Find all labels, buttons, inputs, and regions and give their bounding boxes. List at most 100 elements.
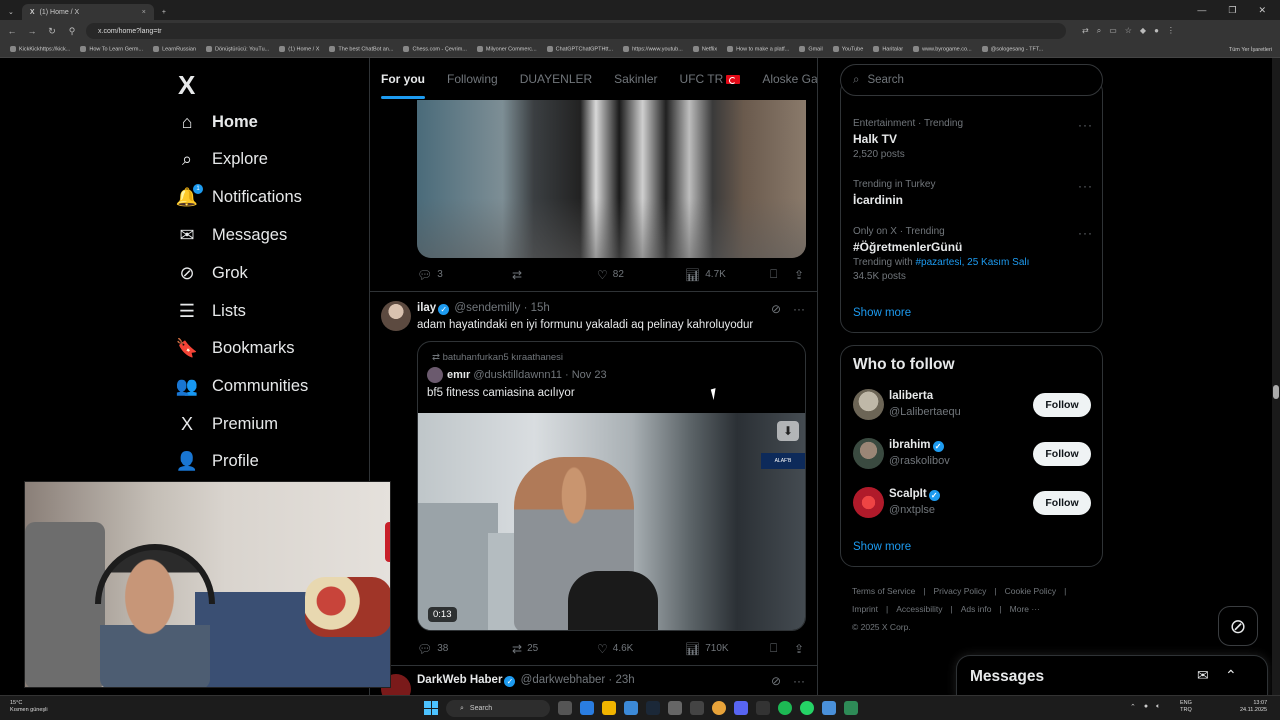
more-icon[interactable]: ··· [1078,226,1093,240]
grok-icon[interactable]: ⊘ [771,302,781,316]
like-button[interactable]: ♡ 82 [597,268,685,282]
footer-link[interactable]: Terms of Service [852,586,915,596]
bookmark-item[interactable]: KickKickhttps://kick... [10,46,70,53]
repost-button[interactable]: ⇄ 25 [512,642,597,656]
like-button[interactable]: ♡ 4.6K [597,642,685,656]
messages-drawer[interactable]: Messages ✉ ⌃ [956,655,1268,695]
bookmark-item[interactable]: (1) Home / X [279,46,319,53]
author-name[interactable]: ilay [417,302,436,314]
trend-item[interactable]: Only on X · Trending #ÖğretmenlerGünü Tr… [853,226,1093,282]
scrollbar[interactable] [1272,58,1280,695]
taskbar-search[interactable]: ⌕ Search [446,700,550,717]
timeline-tab[interactable]: Following [447,72,498,86]
more-icon[interactable]: ··· [793,674,805,688]
extension-icon[interactable]: ◆ [1140,26,1146,36]
reply-button[interactable]: 💬︎ 38 [417,642,512,656]
bookmark-item[interactable]: Gmail [799,46,823,53]
bookmark-item[interactable]: Haritalar [873,46,903,53]
avatar[interactable] [853,487,884,518]
more-icon[interactable]: ··· [793,302,805,316]
spotify-icon[interactable] [778,701,792,715]
timeline-tab[interactable]: UFC TR [680,72,741,86]
all-bookmarks-link[interactable]: Tüm Yer İşaretleri [1229,47,1280,53]
bookmark-item[interactable]: Dönüştürücü: YouTu... [206,46,269,53]
app-icon[interactable] [844,701,858,715]
x-logo-icon[interactable]: X [178,70,195,101]
footer-link[interactable]: Ads info [961,604,992,614]
maximize-icon[interactable]: ❐ [1228,5,1236,16]
footer-link[interactable]: Privacy Policy [934,586,987,596]
views-button[interactable]: 📊︎ 4.7K [685,268,770,282]
footer-link[interactable]: Cookie Policy [1005,586,1057,596]
search-input[interactable]: ⌕ Search [840,64,1103,96]
back-icon[interactable]: ← [6,26,18,36]
forward-icon[interactable]: → [26,26,38,36]
timeline-tab[interactable]: For you [381,72,425,99]
zoom-icon[interactable]: ⌕ [1097,26,1101,36]
views-button[interactable]: 📊︎ 710K [685,642,770,656]
expand-icon[interactable]: ⌃ [1225,667,1237,684]
address-bar[interactable]: x.com/home?lang=tr [86,23,1066,39]
post-time[interactable]: 15h [531,302,550,314]
app-icon[interactable] [822,701,836,715]
nav-communities[interactable]: 👥 Communities [176,375,308,397]
show-more-link[interactable]: Show more [853,307,911,319]
bookmark-button[interactable]: ⎕ [770,267,794,282]
nav-explore[interactable]: ⌕ Explore [176,148,268,170]
browser-tab-home[interactable]: X (1) Home / X × [21,4,154,20]
follow-suggestion[interactable]: ScalpIt ✓ @nxtplse Follow [853,487,1091,521]
star-icon[interactable]: ☆ [1125,26,1132,36]
minimize-icon[interactable]: — [1197,5,1206,16]
start-button-icon[interactable] [424,701,438,715]
app-icon[interactable] [690,701,704,715]
author-handle[interactable]: @darkwebhaber [521,674,606,686]
scrollbar-thumb[interactable] [1273,385,1279,399]
trend-item[interactable]: Entertainment · Trending Halk TV 2,520 p… [853,118,1093,160]
more-icon[interactable]: ··· [1078,118,1093,132]
tab-search-button[interactable]: ⌄ [0,4,22,20]
reload-icon[interactable]: ↻ [46,26,58,37]
tray-app-icon[interactable]: ● [1144,703,1148,711]
nav-messages[interactable]: ✉ Messages [176,224,287,246]
bookmark-item[interactable]: www.byrogame.co... [913,46,972,53]
file-explorer-icon[interactable] [602,701,616,715]
show-more-link[interactable]: Show more [853,541,911,553]
footer-link[interactable]: Imprint [852,604,878,614]
timeline-tab[interactable]: Sakinler [614,72,657,86]
bookmark-item[interactable]: The best ChatBot an... [329,46,393,53]
bookmark-item[interactable]: How to make a platf... [727,46,789,53]
nav-home[interactable]: ⌂ Home [176,111,258,133]
post-media-image[interactable] [417,100,806,258]
nav-premium[interactable]: X Premium [176,413,278,435]
language-indicator[interactable]: ENG TRQ [1180,700,1192,714]
tab-close-icon[interactable]: × [142,9,146,16]
follow-button[interactable]: Follow [1033,393,1091,417]
download-icon[interactable]: ⬇ [777,421,799,441]
translate-icon[interactable]: ⇄ [1082,26,1089,36]
nav-bookmarks[interactable]: 🔖 Bookmarks [176,337,295,359]
grok-icon[interactable]: ⊘ [771,674,781,688]
site-info-icon[interactable]: ⚲ [66,26,78,37]
follow-button[interactable]: Follow [1033,491,1091,515]
nav-profile[interactable]: 👤 Profile [176,450,259,472]
nav-notifications[interactable]: 🔔 1 Notifications [176,184,302,208]
footer-link[interactable]: Accessibility [896,604,942,614]
menu-icon[interactable]: ⋮ [1167,26,1175,36]
bookmark-item[interactable]: ChatGPTChatGPTHtt... [546,46,613,53]
grok-fab-icon[interactable]: ⊘ [1218,606,1258,646]
share-button[interactable]: ⇪ [794,268,804,282]
bookmark-button[interactable]: ⎕ [770,641,794,656]
app-icon[interactable] [756,701,770,715]
follow-button[interactable]: Follow [1033,442,1091,466]
volume-icon[interactable]: 🔈︎ [1156,703,1160,711]
trend-link[interactable]: #pazartesi, 25 Kasım Salı [915,257,1029,268]
weather-widget[interactable]: 15°C Kısmen güneşli [10,700,48,714]
author-name[interactable]: DarkWeb Haber [417,674,502,686]
clock[interactable]: 13:07 24.11.2025 [1240,700,1267,714]
copilot-icon[interactable] [580,701,594,715]
follow-suggestion[interactable]: ibrahim ✓ @raskolibov Follow [853,438,1091,472]
bookmark-item[interactable]: https://www.youtub... [623,46,683,53]
repost-button[interactable]: ⇄ [512,268,597,282]
avatar[interactable] [853,389,884,420]
close-window-icon[interactable]: ✕ [1258,5,1266,16]
